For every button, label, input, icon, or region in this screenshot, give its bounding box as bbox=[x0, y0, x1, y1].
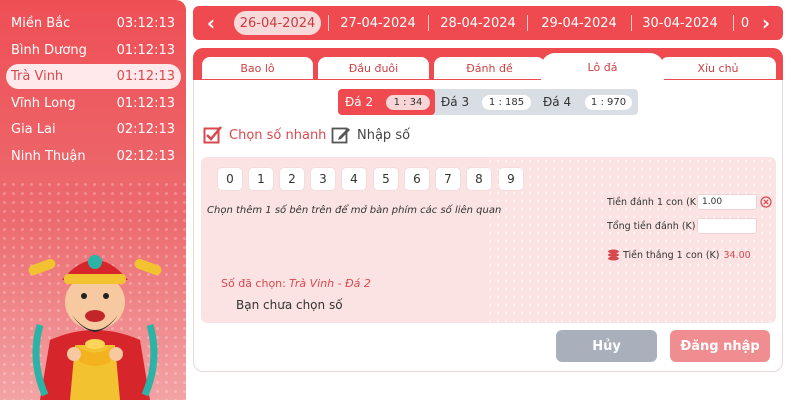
tab-dau-duoi[interactable]: Đầu đuôi bbox=[318, 57, 429, 79]
no-number-selected-text: Bạn chưa chọn số bbox=[236, 298, 343, 312]
bet-per-number-label: Tiền đánh 1 con (K) bbox=[607, 197, 700, 208]
manual-entry-label: Nhập số bbox=[357, 127, 411, 143]
keypad-hint-text: Chọn thêm 1 số bên trên để mở bàn phím c… bbox=[207, 205, 502, 216]
total-bet-label: Tổng tiền đánh (K) bbox=[607, 221, 696, 232]
cancel-button[interactable]: Hủy bbox=[556, 330, 657, 362]
win-per-number-value: 34.00 bbox=[723, 249, 751, 261]
region-name: Bình Dương bbox=[11, 43, 87, 58]
date-item[interactable]: 27-04-2024 bbox=[336, 11, 420, 35]
date-item-active[interactable]: 26-04-2024 bbox=[234, 11, 321, 35]
region-countdown: 01:12:13 bbox=[116, 69, 175, 84]
region-item-gia-lai[interactable]: Gia Lai 02:12:13 bbox=[6, 117, 181, 142]
total-bet-input[interactable] bbox=[697, 218, 757, 234]
region-name: Trà Vinh bbox=[11, 69, 64, 84]
tab-bao-lo[interactable]: Bao lô bbox=[202, 57, 313, 79]
region-item-ninh-thuan[interactable]: Ninh Thuận 02:12:13 bbox=[6, 144, 181, 169]
date-item[interactable]: 28-04-2024 bbox=[436, 11, 520, 35]
win-per-number-label: Tiền thắng 1 con (K) bbox=[623, 249, 720, 261]
region-item-tra-vinh[interactable]: Trà Vinh 01:12:13 bbox=[6, 64, 181, 89]
god-of-wealth-mascot-illustration bbox=[28, 255, 162, 400]
region-item-binh-duong[interactable]: Bình Dương 01:12:13 bbox=[6, 38, 181, 63]
digit-button-3[interactable]: 3 bbox=[311, 168, 335, 190]
date-divider bbox=[733, 15, 734, 31]
sub-bet-type-group: Đá 2 1 : 34 Đá 3 1 : 185 Đá 4 1 : 970 bbox=[338, 89, 638, 115]
digit-button-6[interactable]: 6 bbox=[405, 168, 429, 190]
subtab-da-4[interactable]: Đá 4 1 : 970 bbox=[537, 89, 638, 115]
region-item-vinh-long[interactable]: Vĩnh Long 01:12:13 bbox=[6, 91, 181, 116]
digit-button-2[interactable]: 2 bbox=[280, 168, 304, 190]
prev-date-arrow-icon[interactable]: ‹ bbox=[197, 6, 225, 40]
region-name: Gia Lai bbox=[11, 122, 56, 137]
next-date-arrow-icon[interactable]: › bbox=[752, 6, 780, 40]
odds-pill: 1 : 34 bbox=[386, 95, 430, 110]
tab-danh-de[interactable]: Đánh đề bbox=[434, 57, 545, 79]
digit-button-1[interactable]: 1 bbox=[249, 168, 273, 190]
subtab-label: Đá 3 bbox=[441, 95, 470, 109]
region-countdown: 01:12:13 bbox=[116, 43, 175, 58]
tab-xiu-chu[interactable]: Xỉu chủ bbox=[660, 57, 776, 79]
date-item-partial[interactable]: 0 bbox=[739, 11, 751, 35]
odds-pill: 1 : 185 bbox=[482, 95, 531, 110]
region-countdown: 03:12:13 bbox=[116, 16, 175, 31]
odds-pill: 1 : 970 bbox=[585, 95, 632, 110]
subtab-label: Đá 4 bbox=[543, 95, 572, 109]
digit-button-9[interactable]: 9 bbox=[499, 168, 523, 190]
region-countdown: 02:12:13 bbox=[116, 122, 175, 137]
edit-icon bbox=[331, 127, 350, 144]
region-name: Miền Bắc bbox=[11, 16, 71, 31]
quick-pick-label: Chọn số nhanh bbox=[229, 127, 327, 143]
subtab-da-3[interactable]: Đá 3 1 : 185 bbox=[435, 89, 537, 115]
date-item[interactable]: 30-04-2024 bbox=[638, 11, 722, 35]
region-countdown: 02:12:13 bbox=[116, 149, 175, 164]
coin-stack-icon bbox=[608, 249, 619, 261]
login-button[interactable]: Đăng nhập bbox=[670, 330, 770, 362]
region-countdown: 01:12:13 bbox=[116, 96, 175, 111]
digit-button-5[interactable]: 5 bbox=[374, 168, 398, 190]
subtab-label: Đá 2 bbox=[345, 95, 374, 109]
checkbox-checked-icon bbox=[203, 126, 222, 144]
date-divider bbox=[631, 15, 632, 31]
chosen-numbers-label: Số đã chọn: bbox=[221, 277, 286, 290]
region-item-mien-bac[interactable]: Miền Bắc 03:12:13 bbox=[6, 11, 181, 36]
win-per-number: Tiền thắng 1 con (K) 34.00 bbox=[607, 249, 751, 261]
clear-icon[interactable] bbox=[760, 196, 772, 208]
bet-per-number-input[interactable]: 1.00 bbox=[697, 194, 757, 210]
chosen-numbers-context: Trà Vinh - Đá 2 bbox=[289, 277, 371, 290]
tab-lo-da[interactable]: Lô đá bbox=[541, 53, 664, 81]
region-name: Ninh Thuận bbox=[11, 149, 86, 164]
date-divider bbox=[428, 15, 429, 31]
manual-entry-option[interactable]: Nhập số bbox=[331, 125, 410, 145]
date-divider bbox=[527, 15, 528, 31]
region-name: Vĩnh Long bbox=[11, 96, 76, 111]
digit-button-0[interactable]: 0 bbox=[218, 168, 242, 190]
digit-button-4[interactable]: 4 bbox=[342, 168, 366, 190]
date-item[interactable]: 29-04-2024 bbox=[537, 11, 621, 35]
digit-button-7[interactable]: 7 bbox=[436, 168, 460, 190]
digit-button-8[interactable]: 8 bbox=[467, 168, 491, 190]
quick-pick-option[interactable]: Chọn số nhanh bbox=[203, 125, 326, 145]
subtab-da-2[interactable]: Đá 2 1 : 34 bbox=[338, 89, 435, 115]
date-divider bbox=[328, 15, 329, 31]
